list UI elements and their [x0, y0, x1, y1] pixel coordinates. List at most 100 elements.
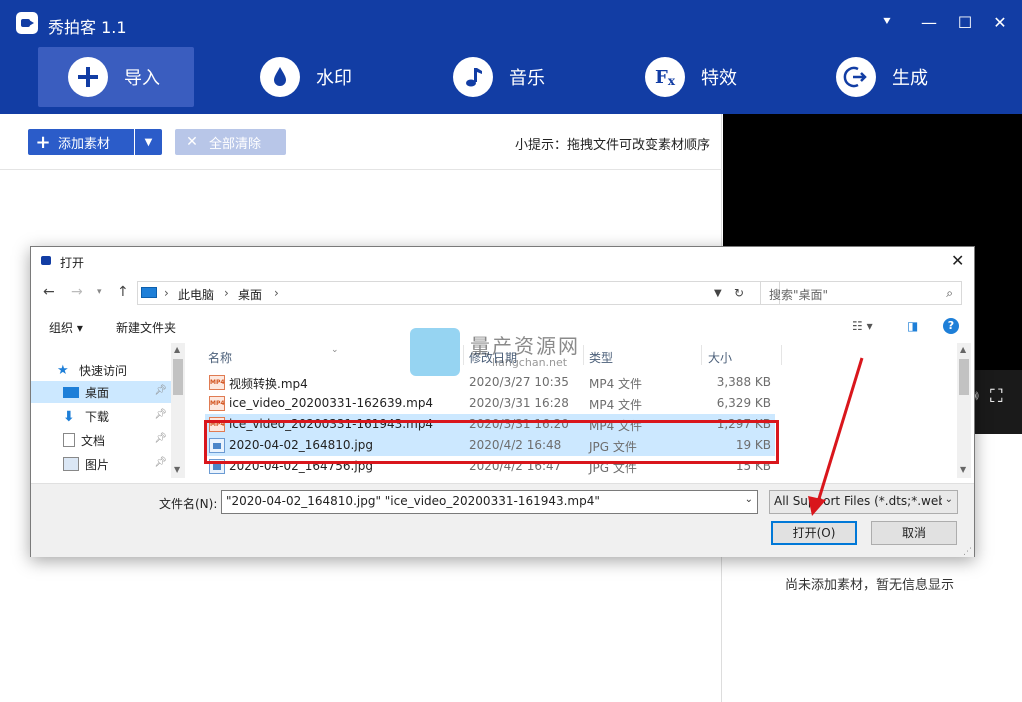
dialog-titlebar: 打开 ✕	[31, 247, 974, 275]
clear-all-button[interactable]: ✕ 全部清除	[175, 129, 286, 155]
tab-import[interactable]: 导入	[38, 47, 194, 107]
file-type: MP4 文件	[589, 377, 643, 391]
scroll-up-icon[interactable]: ▲	[174, 345, 180, 354]
dialog-close-icon[interactable]: ✕	[951, 251, 964, 270]
file-name: ice_video_20200331-162639.mp4	[229, 396, 434, 410]
tab-watermark[interactable]: 水印	[260, 47, 352, 107]
material-toolbar: + 添加素材 ▼ ✕ 全部清除 小提示：拖拽文件可改变素材顺序	[0, 114, 722, 170]
open-file-dialog: 打开 ✕ ← → ▾ ↑ › 此电脑 › 桌面 › ▼ ↻ 搜索"桌面" ⌕ 组…	[30, 246, 975, 557]
back-arrow-icon[interactable]: ←	[43, 284, 55, 300]
recent-dropdown-icon[interactable]: ▾	[97, 287, 102, 297]
watermark-text: 量产资源网	[470, 334, 580, 358]
document-icon	[63, 433, 75, 447]
pin-icon[interactable]: 📌︎	[154, 433, 167, 444]
cancel-button[interactable]: 取消	[871, 521, 957, 545]
fullscreen-icon[interactable]: ⛶	[990, 386, 1003, 407]
filename-value: "2020-04-02_164810.jpg" "ice_video_20200…	[226, 494, 600, 508]
file-list-scrollbar[interactable]: ▲ ▼	[957, 343, 971, 478]
pin-icon[interactable]: 📌︎	[154, 457, 167, 468]
search-placeholder: 搜索"桌面"	[769, 288, 829, 302]
nav-pictures[interactable]: 图片 📌︎	[31, 453, 171, 475]
column-size[interactable]: 大小	[708, 343, 732, 367]
desktop-icon	[63, 386, 79, 398]
music-note-icon	[453, 57, 493, 97]
organize-menu[interactable]: 组织 ▾	[49, 319, 83, 336]
refresh-icon[interactable]: ↻	[734, 286, 744, 300]
file-row[interactable]: MP4 ice_video_20200331-162639.mp4 2020/3…	[205, 393, 775, 414]
add-material-label: 添加素材	[58, 136, 111, 152]
maximize-button[interactable]: ☐	[954, 12, 976, 34]
scroll-down-icon[interactable]: ▼	[174, 465, 180, 474]
pin-icon[interactable]: 📌︎	[154, 385, 167, 396]
this-pc-icon	[141, 287, 157, 298]
fx-icon: Fx	[645, 57, 685, 97]
tab-music[interactable]: 音乐	[453, 47, 545, 107]
column-name[interactable]: 名称	[208, 343, 232, 367]
sort-indicator-icon: ⌄	[331, 345, 339, 355]
chevron-down-icon[interactable]: ⌄	[745, 494, 753, 505]
navigation-pane: ★ 快速访问 桌面 📌︎ ⬇ 下载 📌︎ 文档 📌︎ 图片 📌︎ ▲ ▼	[31, 343, 187, 478]
file-size: 3,388 KB	[716, 375, 771, 389]
address-dropdown-icon[interactable]: ▼	[714, 288, 722, 299]
file-size: 6,329 KB	[716, 396, 771, 410]
filename-input[interactable]: "2020-04-02_164810.jpg" "ice_video_20200…	[221, 490, 758, 514]
nav-scrollbar[interactable]: ▲ ▼	[171, 343, 185, 478]
nav-documents[interactable]: 文档 📌︎	[31, 429, 171, 451]
breadcrumb-this-pc[interactable]: 此电脑	[178, 286, 214, 303]
help-icon[interactable]: ?	[943, 318, 959, 334]
nav-downloads[interactable]: ⬇ 下载 📌︎	[31, 405, 171, 427]
add-material-button[interactable]: + 添加素材 ▼	[28, 129, 162, 155]
scroll-thumb[interactable]	[959, 359, 969, 395]
hint-text: 小提示：拖拽文件可改变素材顺序	[514, 138, 710, 153]
watermark-subtext: liangchan.net	[492, 356, 568, 369]
chevron-right-icon: ›	[274, 286, 279, 300]
mp4-file-icon: MP4	[209, 375, 225, 390]
up-arrow-icon[interactable]: ↑	[117, 284, 129, 300]
breadcrumb-desktop[interactable]: 桌面	[238, 286, 262, 303]
file-date: 2020/3/31 16:28	[469, 396, 569, 410]
preview-pane-icon[interactable]: ◨	[907, 319, 918, 333]
app-titlebar: 秀拍客 1.1 ⯆ — ☐ ✕	[0, 0, 1022, 47]
filename-label: 文件名(N):	[159, 497, 218, 511]
water-drop-icon	[260, 57, 300, 97]
selection-highlight-annotation	[204, 420, 779, 464]
column-separator[interactable]	[781, 345, 782, 365]
dialog-footer: 文件名(N): "2020-04-02_164810.jpg" "ice_vid…	[31, 483, 974, 557]
nav-desktop[interactable]: 桌面 📌︎	[31, 381, 171, 403]
nav-quick-access[interactable]: ★ 快速访问	[31, 359, 171, 381]
chevron-down-icon[interactable]: ⌄	[941, 494, 953, 505]
nav-label: 快速访问	[79, 363, 128, 378]
address-bar[interactable]: › 此电脑 › 桌面 › ▼ ↻	[137, 281, 780, 305]
scroll-down-icon[interactable]: ▼	[960, 465, 966, 474]
forward-arrow-icon[interactable]: →	[71, 284, 83, 300]
menu-dropdown-icon[interactable]: ⯆	[876, 12, 898, 34]
chevron-down-icon[interactable]: ▼	[134, 129, 162, 155]
tab-export[interactable]: 生成	[836, 47, 928, 107]
resize-grip-icon[interactable]: ⋰	[963, 547, 972, 557]
site-watermark: 量产资源网 liangchan.net	[410, 328, 610, 376]
picture-icon	[63, 457, 79, 471]
download-icon: ⬇	[63, 409, 75, 425]
filetype-select[interactable]: All Support Files (*.dts;*.web ⌄	[769, 490, 958, 514]
address-row: ← → ▾ ↑ › 此电脑 › 桌面 › ▼ ↻ 搜索"桌面" ⌕	[31, 278, 974, 308]
tab-effects[interactable]: Fx 特效	[645, 47, 737, 107]
open-button[interactable]: 打开(O)	[771, 521, 857, 545]
minimize-button[interactable]: —	[918, 12, 940, 34]
organize-label: 组织	[49, 321, 74, 335]
file-type: MP4 文件	[589, 398, 643, 412]
scroll-up-icon[interactable]: ▲	[960, 345, 966, 354]
file-row[interactable]: MP4 视频转换.mp4 2020/3/27 10:35 MP4 文件 3,38…	[205, 372, 775, 393]
app-logo-icon	[16, 12, 38, 34]
scroll-thumb[interactable]	[173, 359, 183, 395]
column-separator[interactable]	[701, 345, 702, 365]
star-icon: ★	[57, 363, 69, 378]
new-folder-button[interactable]: 新建文件夹	[116, 319, 176, 336]
watermark-logo-icon	[410, 328, 460, 376]
app-title: 秀拍客 1.1	[48, 18, 127, 37]
pin-icon[interactable]: 📌︎	[154, 409, 167, 420]
search-input[interactable]: 搜索"桌面" ⌕	[760, 281, 962, 305]
tab-music-label: 音乐	[509, 68, 545, 89]
view-options-icon[interactable]: ☷ ▾	[852, 319, 873, 333]
close-button[interactable]: ✕	[989, 12, 1011, 34]
tab-import-label: 导入	[124, 68, 160, 89]
